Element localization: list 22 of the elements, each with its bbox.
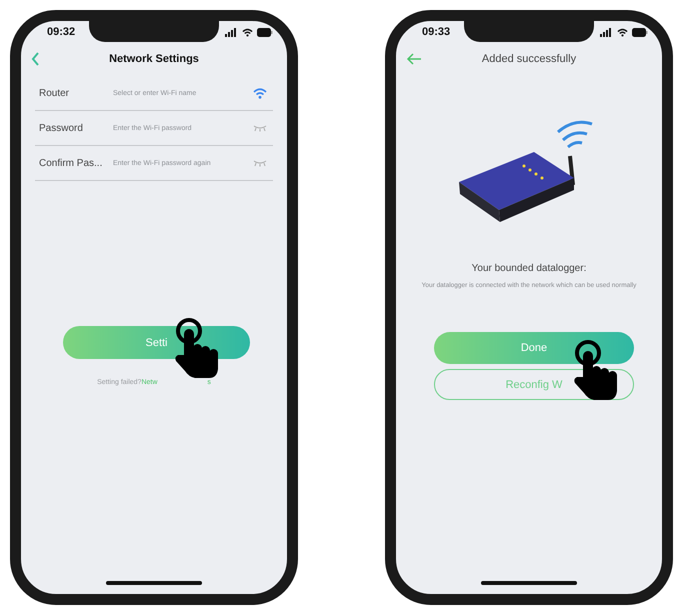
wifi-icon [617,28,628,36]
battery-icon [632,28,648,36]
hidden-eye-icon[interactable] [253,159,267,167]
wifi-icon[interactable] [253,88,267,98]
pointing-hand-icon [173,317,221,379]
field-label: Confirm Pas... [39,158,104,168]
field-label: Router [39,88,70,98]
back-arrow-icon[interactable] [406,53,422,65]
signal-icon [600,28,613,36]
status-time: 09:33 [422,26,450,38]
field-label: Password [39,122,84,134]
bounded-heading: Your bounded datalogger: [470,263,588,274]
signal-icon [225,28,238,36]
wifi-icon [242,28,253,36]
screen-title: Added successfully [482,53,576,65]
pointing-hand-icon [572,339,620,401]
back-chevron-icon[interactable] [31,52,40,66]
done-button[interactable]: Done [434,332,634,364]
hidden-eye-icon[interactable] [253,124,267,132]
screen-title: Network Settings [109,53,199,65]
battery-icon [257,28,273,36]
status-time: 09:32 [47,26,76,38]
